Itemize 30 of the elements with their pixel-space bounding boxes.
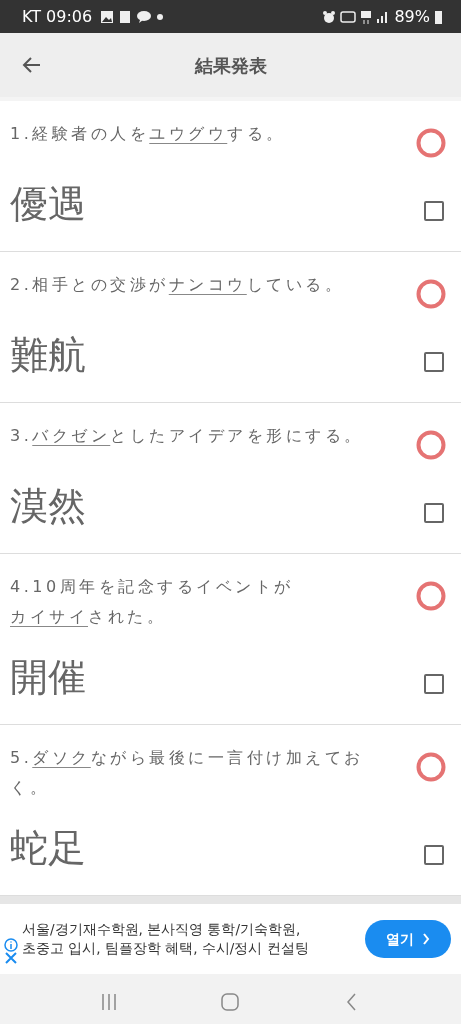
open-button[interactable]: 열기 <box>365 920 451 958</box>
battery-icon <box>434 8 443 25</box>
hd-icon <box>340 10 357 23</box>
question-text: 5.ダソク ながら最後に一言付け加えておく。 <box>10 747 365 799</box>
dot-icon <box>156 12 165 21</box>
question-text: 3.バクゼン としたアイデアを形にする。 <box>10 425 365 447</box>
checkbox[interactable] <box>424 674 444 694</box>
answer-text: 蛇足 <box>10 829 86 867</box>
checkbox[interactable] <box>424 503 444 523</box>
home-icon[interactable] <box>220 992 241 1012</box>
chat-icon <box>136 9 153 24</box>
checkbox[interactable] <box>424 845 444 865</box>
screen-title: 結果発表 <box>194 53 267 78</box>
checkbox[interactable] <box>424 201 444 221</box>
ad-text: 서울/경기재수학원, 본사직영 통학/기숙학원, 초중고 입시, 팀플장학 혜택, 수시/정시 컨설팅 <box>22 920 310 958</box>
checkbox[interactable] <box>424 352 444 372</box>
image-icon <box>100 9 115 24</box>
question-text: 1.経験者の人をユウグウ する。 <box>10 123 287 145</box>
answer-text: 難航 <box>10 336 86 374</box>
answer-text: 開催 <box>10 658 86 696</box>
question-text: 4.10周年を記念するイベントが カイサイ された。 <box>10 576 295 628</box>
battery-level: 89% <box>394 5 430 28</box>
close-icon[interactable] <box>5 952 17 964</box>
answer-text: 漠然 <box>10 487 86 525</box>
question-text: 2.相手との交渉がナンコウ している。 <box>10 274 346 296</box>
carrier-time: KT 09:06 <box>22 5 93 28</box>
document-icon <box>118 9 133 24</box>
info-icon <box>4 938 18 952</box>
answer-text: 優遇 <box>10 185 86 223</box>
chevron-right-icon <box>422 933 430 945</box>
